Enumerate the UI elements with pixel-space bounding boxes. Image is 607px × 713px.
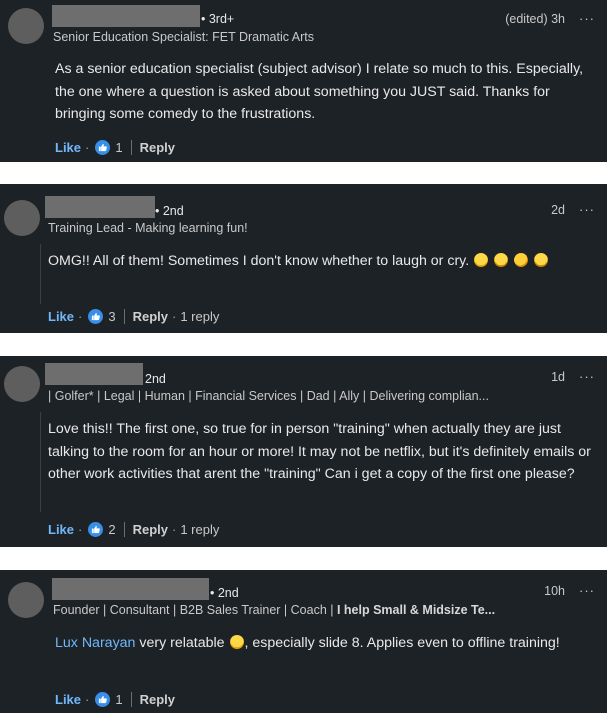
comment-meta: 2d ···	[551, 202, 595, 217]
comment-meta: 1d ···	[551, 369, 595, 384]
divider	[130, 692, 132, 707]
like-reaction-icon[interactable]	[95, 692, 111, 707]
divider	[130, 140, 132, 155]
avatar[interactable]	[8, 582, 44, 618]
connection-degree: • 3rd+	[201, 12, 235, 26]
separator-dot: ·	[78, 309, 83, 324]
author-name-redacted[interactable]	[52, 578, 209, 600]
replies-link[interactable]: 1 reply	[180, 309, 219, 324]
reply-button[interactable]: Reply	[133, 522, 168, 537]
reply-button[interactable]: Reply	[140, 692, 175, 707]
like-reaction-icon[interactable]	[95, 140, 111, 155]
divider	[123, 522, 125, 537]
timestamp: (edited) 3h	[505, 11, 565, 26]
comment-meta: (edited) 3h ···	[505, 11, 595, 26]
like-button[interactable]: Like	[55, 140, 81, 155]
more-options-icon[interactable]: ···	[579, 11, 595, 26]
author-headline: Founder | Consultant | B2B Sales Trainer…	[53, 603, 495, 617]
separator-dot: ·	[85, 140, 90, 155]
laughing-emoji-icon	[474, 253, 489, 267]
reaction-count[interactable]: 2	[108, 522, 115, 537]
author-headline: Senior Education Specialist: FET Dramati…	[53, 30, 314, 44]
comment-card: • 2nd Training Lead - Making learning fu…	[0, 184, 607, 333]
comment-text: Lux Narayan very relatable , especially …	[55, 632, 600, 655]
avatar[interactable]	[4, 366, 40, 402]
headline-text: Founder | Consultant | B2B Sales Trainer…	[53, 603, 337, 617]
more-options-icon[interactable]: ···	[579, 583, 595, 598]
separator-dot: ·	[85, 692, 90, 707]
author-headline: Training Lead - Making learning fun!	[48, 221, 248, 235]
author-headline: | Golfer* | Legal | Human | Financial Se…	[48, 389, 489, 403]
pleading-emoji-icon	[533, 253, 548, 267]
replies-link[interactable]: 1 reply	[180, 522, 219, 537]
reply-button[interactable]: Reply	[133, 309, 168, 324]
laughing-emoji-icon	[229, 635, 244, 649]
sad-emoji-icon	[494, 253, 509, 267]
headline-bold-text: I help Small & Midsize Te...	[336, 603, 496, 617]
divider	[123, 309, 125, 324]
thread-line	[40, 244, 41, 304]
comment-text: As a senior education specialist (subjec…	[55, 61, 584, 122]
reaction-count[interactable]: 1	[115, 140, 122, 155]
rofl-emoji-icon	[511, 250, 531, 270]
separator-dot: ·	[172, 522, 177, 537]
author-name-redacted[interactable]	[45, 196, 155, 218]
reaction-count[interactable]: 3	[108, 309, 115, 324]
more-options-icon[interactable]: ···	[579, 369, 595, 384]
comment-text: Love this!! The first one, so true for i…	[48, 421, 591, 482]
avatar[interactable]	[8, 8, 44, 44]
timestamp: 10h	[544, 583, 565, 598]
author-name-redacted[interactable]	[45, 363, 143, 385]
reply-button[interactable]: Reply	[140, 140, 175, 155]
thread-line	[40, 412, 41, 512]
comment-text-content: OMG!! All of them! Sometimes I don't kno…	[48, 253, 470, 269]
comment-text-part: very relatable	[135, 635, 229, 651]
like-button[interactable]: Like	[48, 309, 74, 324]
comment-actions: Like · 3 Reply · 1 reply	[48, 309, 219, 324]
comment-actions: Like · 2 Reply · 1 reply	[48, 522, 219, 537]
timestamp: 1d	[551, 369, 565, 384]
comment-actions: Like · 1 Reply	[55, 140, 175, 155]
like-reaction-icon[interactable]	[88, 522, 104, 537]
separator-dot: ·	[78, 522, 83, 537]
like-button[interactable]: Like	[48, 522, 74, 537]
mention-link[interactable]: Lux Narayan	[55, 635, 135, 651]
more-options-icon[interactable]: ···	[579, 202, 595, 217]
comment-text: OMG!! All of them! Sometimes I don't kno…	[48, 250, 600, 273]
connection-degree: 2nd	[145, 372, 166, 386]
connection-degree: • 2nd	[210, 586, 239, 600]
comment-actions: Like · 1 Reply	[55, 692, 175, 707]
author-name-redacted[interactable]	[52, 5, 200, 27]
timestamp: 2d	[551, 202, 565, 217]
comment-text-tail: , especially slide 8. Applies even to of…	[244, 635, 560, 651]
like-reaction-icon[interactable]	[88, 309, 104, 324]
separator-dot: ·	[172, 309, 177, 324]
comment-card: • 2nd Founder | Consultant | B2B Sales T…	[0, 570, 607, 713]
like-button[interactable]: Like	[55, 692, 81, 707]
comment-card: • 3rd+ Senior Education Specialist: FET …	[0, 0, 607, 162]
reaction-count[interactable]: 1	[115, 692, 122, 707]
avatar[interactable]	[4, 200, 40, 236]
comment-card: 2nd | Golfer* | Legal | Human | Financia…	[0, 356, 607, 547]
comment-meta: 10h ···	[544, 583, 595, 598]
connection-degree: • 2nd	[155, 204, 184, 218]
